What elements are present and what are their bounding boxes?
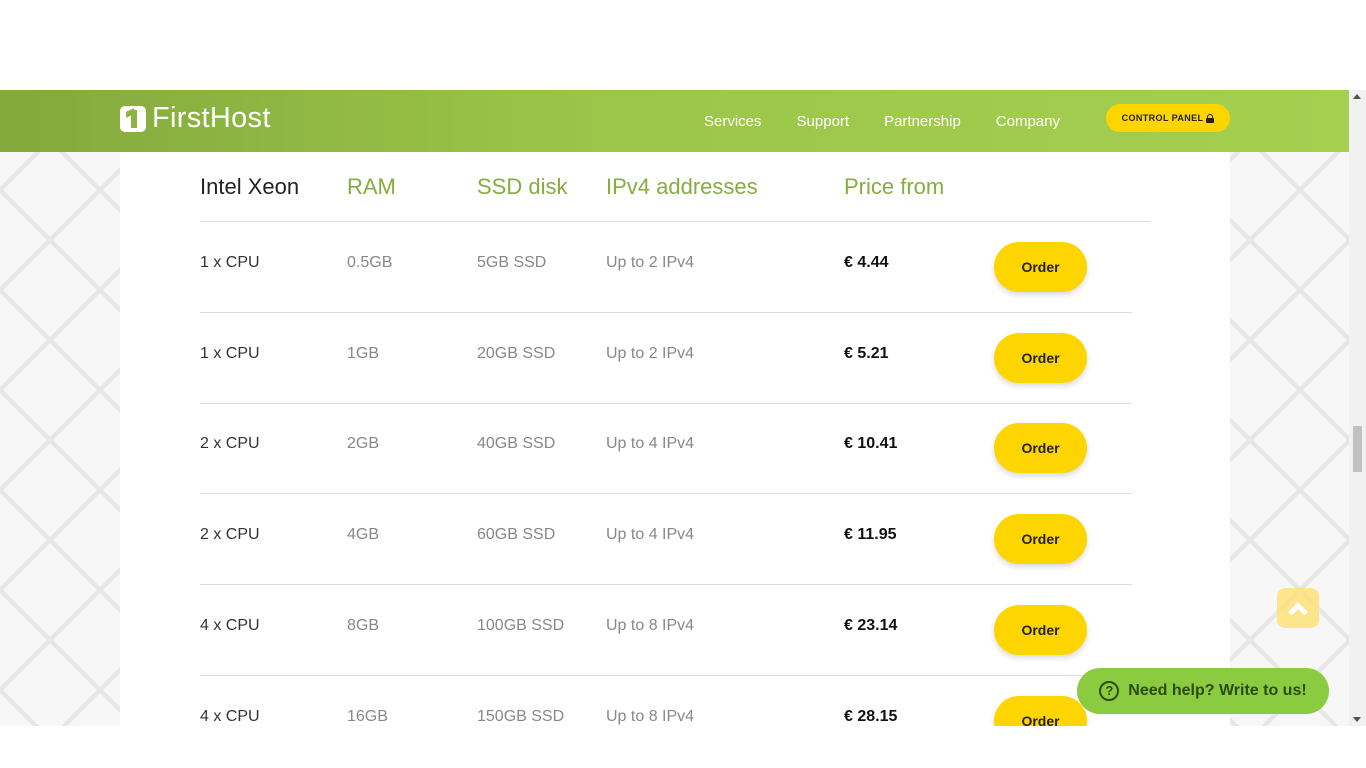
top-navigation-bar: FirstHost Services Support Partnership C… <box>0 90 1349 152</box>
column-header-ram: RAM <box>347 174 396 199</box>
scroll-down-arrow-icon[interactable] <box>1353 717 1361 722</box>
price-cell: € 11.95 <box>844 526 897 543</box>
help-chat-label: Need help? Write to us! <box>1128 682 1307 699</box>
ssd-cell: 150GB SSD <box>477 708 565 725</box>
price-cell: € 4.44 <box>844 254 889 271</box>
order-button[interactable]: Order <box>994 514 1087 564</box>
order-button[interactable]: Order <box>994 333 1087 383</box>
firsthost-logo[interactable]: FirstHost <box>120 102 271 135</box>
chevron-up-icon <box>1288 602 1308 622</box>
order-button[interactable]: Order <box>994 605 1087 655</box>
scroll-up-arrow-icon[interactable] <box>1353 94 1361 99</box>
cpu-cell: 4 x CPU <box>200 708 260 725</box>
table-row: 1 x CPU 0.5GB 5GB SSD Up to 2 IPv4 € 4.4… <box>120 222 1230 313</box>
page-scrollbar[interactable] <box>1349 90 1366 726</box>
cpu-cell: 1 x CPU <box>200 345 260 362</box>
table-row: 2 x CPU 4GB 60GB SSD Up to 4 IPv4 € 11.9… <box>120 494 1230 585</box>
cpu-cell: 4 x CPU <box>200 617 260 634</box>
pricing-table: Intel Xeon RAM SSD disk IPv4 addresses P… <box>120 152 1230 726</box>
help-chat-button[interactable]: ? Need help? Write to us! <box>1077 668 1329 714</box>
column-header-cpu: Intel Xeon <box>200 174 300 199</box>
ipv4-cell: Up to 4 IPv4 <box>606 526 695 543</box>
order-button[interactable]: Order <box>994 242 1087 292</box>
nav-services[interactable]: Services <box>704 113 762 130</box>
order-button[interactable]: Order <box>994 423 1087 473</box>
table-row: 2 x CPU 2GB 40GB SSD Up to 4 IPv4 € 10.4… <box>120 403 1230 494</box>
nav-support[interactable]: Support <box>797 113 850 130</box>
ssd-cell: 40GB SSD <box>477 435 556 452</box>
question-icon: ? <box>1099 681 1120 701</box>
logo-text: FirstHost <box>152 102 271 134</box>
ram-cell: 0.5GB <box>347 254 393 271</box>
ssd-cell: 20GB SSD <box>477 345 556 362</box>
ram-cell: 2GB <box>347 435 380 452</box>
control-panel-label: CONTROL PANEL <box>1121 113 1204 123</box>
price-cell: € 5.21 <box>844 345 889 362</box>
ipv4-cell: Up to 2 IPv4 <box>606 345 695 362</box>
scroll-to-top-button[interactable] <box>1277 588 1319 628</box>
ipv4-cell: Up to 4 IPv4 <box>606 435 695 452</box>
ram-cell: 16GB <box>347 708 388 725</box>
ram-cell: 8GB <box>347 617 380 634</box>
column-header-price: Price from <box>844 174 945 199</box>
nav-partnership[interactable]: Partnership <box>884 113 961 130</box>
page-viewport: FirstHost Services Support Partnership C… <box>0 90 1349 726</box>
price-cell: € 28.15 <box>844 708 898 725</box>
ssd-cell: 5GB SSD <box>477 254 547 271</box>
table-row: 4 x CPU 16GB 150GB SSD Up to 8 IPv4 € 28… <box>120 676 1230 726</box>
cpu-cell: 1 x CPU <box>200 254 260 271</box>
ipv4-cell: Up to 8 IPv4 <box>606 617 695 634</box>
table-row: 1 x CPU 1GB 20GB SSD Up to 2 IPv4 € 5.21… <box>120 313 1230 404</box>
logo-icon <box>120 105 146 132</box>
ssd-cell: 60GB SSD <box>477 526 556 543</box>
lock-icon <box>1206 113 1215 123</box>
ipv4-cell: Up to 8 IPv4 <box>606 708 695 725</box>
cpu-cell: 2 x CPU <box>200 435 260 452</box>
price-cell: € 23.14 <box>844 617 898 634</box>
ram-cell: 4GB <box>347 526 380 543</box>
order-button[interactable]: Order <box>994 696 1087 726</box>
column-header-ipv4: IPv4 addresses <box>606 174 758 199</box>
nav-company[interactable]: Company <box>996 113 1060 130</box>
control-panel-button[interactable]: CONTROL PANEL <box>1106 104 1230 132</box>
main-nav: Services Support Partnership Company <box>704 90 1095 152</box>
ssd-cell: 100GB SSD <box>477 617 565 634</box>
price-cell: € 10.41 <box>844 435 898 452</box>
scrollbar-thumb[interactable] <box>1353 426 1362 472</box>
cpu-cell: 2 x CPU <box>200 526 260 543</box>
ipv4-cell: Up to 2 IPv4 <box>606 254 695 271</box>
ram-cell: 1GB <box>347 345 380 362</box>
column-header-ssd: SSD disk <box>477 174 568 199</box>
table-row: 4 x CPU 8GB 100GB SSD Up to 8 IPv4 € 23.… <box>120 585 1230 676</box>
